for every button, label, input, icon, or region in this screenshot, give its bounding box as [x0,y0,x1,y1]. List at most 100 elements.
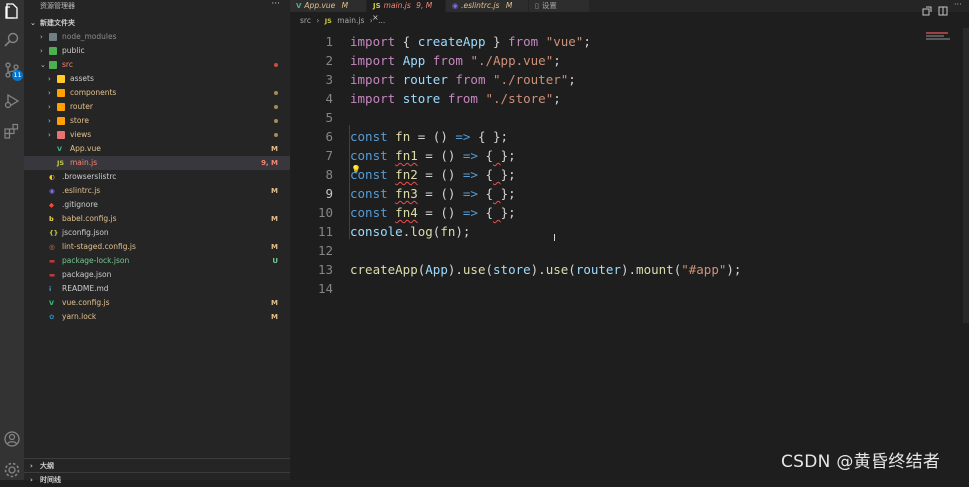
workspace-root[interactable]: ⌄ 新建文件夹 [24,16,290,30]
extensions-icon[interactable] [3,122,21,140]
code-line[interactable]: import { createApp } from "vue"; [350,32,591,51]
chevron-right-icon: › [48,131,51,139]
line-number: 8 [325,167,333,182]
tab-status: 9, M [416,1,433,10]
file-row[interactable]: Vvue.config.js M [24,296,290,310]
code-line[interactable]: const fn2 = () => { }; [350,165,516,184]
file-row[interactable]: {} jsconfig.json [24,226,290,240]
more-actions-icon[interactable]: ··· [954,1,964,11]
line-number: 10 [317,205,333,220]
chevron-down-icon: ⌄ [40,61,46,69]
code-token: { }; [470,129,509,144]
more-actions-icon[interactable]: ··· [271,0,280,9]
code-token: fn [395,129,411,144]
code-token: store [493,262,531,277]
breadcrumb-symbol[interactable]: ... [378,16,385,25]
file-row[interactable]: ◉ .eslintrc.js M [24,184,290,198]
folder-icon [57,117,65,125]
code-token: ); [726,262,742,277]
folder-icon [49,47,57,55]
file-row[interactable]: ◐ .browserslistrc [24,170,290,184]
open-changes-icon[interactable] [922,1,932,16]
tree-item-label: node_modules [62,32,117,41]
file-type-icon: ◐ [49,173,55,181]
code-token: = () [417,205,463,220]
file-type-icon: V [49,299,55,307]
code-line[interactable]: createApp(App).use(store).use(router).mo… [350,260,741,279]
file-row[interactable]: ▬ package-lock.json U [24,254,290,268]
account-icon[interactable] [3,430,21,448]
folder-icon [57,89,65,97]
chevron-right-icon: › [48,103,51,111]
folder-row[interactable]: › public [24,44,290,58]
tree-item-label: assets [70,74,94,83]
git-status-badge: M [271,187,278,195]
folder-row[interactable]: › node_modules [24,30,290,44]
code-token: = () [417,167,463,182]
tree-item-label: package-lock.json [62,256,130,265]
code-editor[interactable]: 1 2 3 4 5 6 7 8 9 10 11 12 13 14 import { createApp }… [290,30,969,450]
tab-eslintrc[interactable]: ◉ .eslintrc.js M [446,0,529,12]
file-row[interactable]: ✿ yarn.lock M [24,310,290,324]
minimap[interactable] [926,32,956,44]
lightbulb-icon[interactable]: 💡 [351,165,361,174]
code-line[interactable]: import App from "./App.vue"; [350,51,561,70]
chevron-right-icon: › [48,75,51,83]
code-token: mount [636,262,674,277]
file-row[interactable]: i README.md [24,282,290,296]
tab-app-vue[interactable]: V App.vue M [290,0,367,12]
file-row[interactable]: JS main.js 9, M [24,156,290,170]
code-line[interactable]: const fn4 = () => { }; [350,203,516,222]
code-token: { [477,186,494,201]
code-line[interactable]: const fn3 = () => { }; [350,184,516,203]
file-row[interactable]: V App.vue M [24,142,290,156]
code-token: } [485,34,509,49]
breadcrumb-folder[interactable]: src [300,16,311,25]
code-token: => [462,186,478,201]
git-status-badge: U [272,257,278,265]
code-token: use [545,262,569,277]
tab-settings[interactable]: ▯ 设置 [529,0,590,12]
code-line[interactable]: const fn1 = () => { }; [350,146,516,165]
explorer-icon[interactable] [3,2,21,20]
chevron-down-icon: ⌄ [30,19,36,27]
file-row[interactable]: ◆ .gitignore [24,198,290,212]
folder-row[interactable]: ⌄ src [24,58,290,72]
vertical-scrollbar[interactable] [963,28,969,323]
git-status-badge: M [271,313,278,321]
file-row[interactable]: ▬ package.json [24,268,290,282]
outline-label: 大纲 [40,462,54,470]
git-status-dot [274,63,278,67]
explorer-sidebar: 资源管理器 ··· ⌄ 新建文件夹 › node_modules › public ⌄ s… [24,0,290,484]
workspace-root-label: 新建文件夹 [40,19,75,27]
folder-row[interactable]: › router [24,100,290,114]
folder-row[interactable]: › store [24,114,290,128]
settings-icon[interactable] [3,461,21,479]
tree-item-label: jsconfig.json [62,228,109,237]
file-row[interactable]: b babel.config.js M [24,212,290,226]
code-line[interactable]: import router from "./router"; [350,70,576,89]
folder-row[interactable]: › assets [24,72,290,86]
code-line[interactable]: const fn = () => { }; [350,127,508,146]
file-type-icon: ▬ [49,271,56,279]
code-line[interactable]: import store from "./store"; [350,89,561,108]
file-row[interactable]: ◎ lint-staged.config.js M [24,240,290,254]
tab-status: M [505,1,513,10]
code-token: import [350,72,396,87]
breadcrumb-file[interactable]: main.js [337,16,364,25]
code-token: { [477,148,494,163]
tab-main-js[interactable]: JS main.js 9, M × [367,0,446,22]
split-editor-icon[interactable] [938,1,948,16]
run-debug-icon[interactable] [3,92,21,110]
search-icon[interactable] [3,31,21,49]
line-number: 11 [317,224,333,239]
file-type-icon: ◉ [49,187,55,195]
folder-row[interactable]: › views [24,128,290,142]
folder-row[interactable]: › components [24,86,290,100]
outline-section[interactable]: › 大纲 [24,458,290,473]
tree-item-label: babel.config.js [62,214,117,223]
code-line[interactable]: console.log(fn); [350,222,470,241]
